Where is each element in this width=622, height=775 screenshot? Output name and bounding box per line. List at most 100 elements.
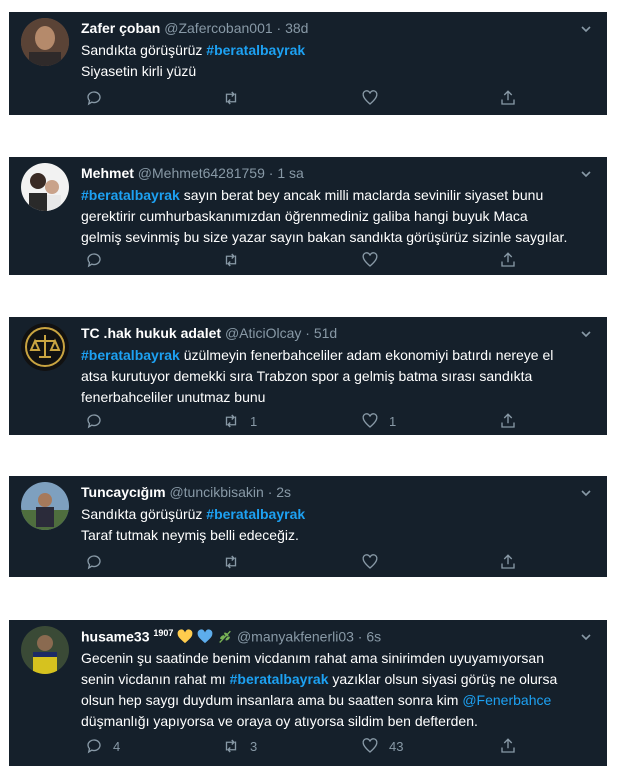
tweet-line: atsa kurutuyor demekki sıra Trabzon spor… [81, 368, 533, 384]
tweet-line: #beratalbayrak sayın berat bey ancak mil… [81, 187, 544, 203]
hashtag-link[interactable]: #beratalbayrak [206, 42, 305, 58]
reply-icon [87, 253, 101, 268]
share-icon [501, 554, 515, 569]
tweet-header: Tuncaycığım @tuncikbisakin · 2s [81, 484, 291, 500]
chevron-down-icon[interactable] [579, 486, 593, 500]
hashtag-link[interactable]: #beratalbayrak [81, 187, 180, 203]
herb-icon [217, 629, 233, 647]
share-button[interactable] [499, 411, 517, 431]
reply-button[interactable] [85, 250, 103, 270]
author-name[interactable]: TC .hak hukuk adalet [81, 325, 221, 341]
like-button[interactable] [361, 552, 379, 572]
tweet-text: Gecenin şu saatinde benim vicdanım rahat… [81, 648, 591, 732]
tweet-line: senin vicdanın rahat mı #beratalbayrak y… [81, 671, 558, 687]
author-name[interactable]: Tuncaycığım [81, 484, 166, 500]
author-name[interactable]: Mehmet [81, 165, 134, 181]
reply-icon [87, 414, 101, 429]
avatar[interactable] [21, 482, 69, 530]
separator: · [357, 628, 363, 645]
author-name[interactable]: Zafer çoban [81, 20, 160, 36]
tweet-line: Gecenin şu saatinde benim vicdanım rahat… [81, 650, 545, 666]
author-handle[interactable]: @tuncikbisakin [169, 484, 263, 500]
tweet-line: fenerbahceliler unutmaz bunu [81, 389, 266, 405]
tweet-actions [81, 88, 515, 108]
tweet-card[interactable]: Tuncaycığım @tuncikbisakin · 2s Sandıkta… [9, 476, 607, 577]
mention-link[interactable]: @Fenerbahce [462, 692, 551, 708]
avatar[interactable] [21, 323, 69, 371]
like-button[interactable]: 43 [361, 736, 403, 756]
reply-button[interactable] [85, 552, 103, 572]
chevron-down-icon[interactable] [579, 22, 593, 36]
share-icon [501, 413, 515, 428]
tweet-text: #beratalbayrak sayın berat bey ancak mil… [81, 185, 591, 248]
author-handle[interactable]: @manyakfenerli03 [237, 629, 354, 645]
tweet-time[interactable]: 38d [285, 20, 308, 36]
like-count: 43 [389, 738, 404, 754]
share-button[interactable] [499, 552, 517, 572]
retweet-button[interactable]: 3 [222, 736, 257, 756]
tweet-card[interactable]: TC .hak hukuk adalet @AticiOlcay · 51d #… [9, 317, 607, 435]
share-button[interactable] [499, 88, 517, 108]
reply-button[interactable] [85, 411, 103, 431]
tweet-text: #beratalbayrak üzülmeyin fenerbahceliler… [81, 345, 591, 408]
author-handle[interactable]: @Mehmet64281759 [138, 165, 265, 181]
retweet-button[interactable] [222, 250, 240, 270]
chevron-down-icon[interactable] [579, 327, 593, 341]
blue-heart-icon [197, 629, 213, 647]
tweet-header: Zafer çoban @Zafercoban001 · 38d [81, 20, 308, 36]
hashtag-link[interactable]: #beratalbayrak [81, 347, 180, 363]
chevron-down-icon[interactable] [579, 167, 593, 181]
tweet-line: gerektirir cumhurbaskanımızdan öğrenmedi… [81, 208, 528, 224]
retweet-icon [225, 555, 237, 569]
reply-button[interactable] [85, 88, 103, 108]
share-icon [501, 738, 515, 753]
heart-icon [362, 554, 378, 569]
tweet-time[interactable]: 6s [366, 629, 381, 645]
separator: · [305, 325, 310, 341]
hashtag-link[interactable]: #beratalbayrak [206, 506, 305, 522]
chevron-down-icon[interactable] [579, 630, 593, 644]
retweet-count: 1 [250, 413, 258, 429]
author-handle[interactable]: @Zafercoban001 [164, 20, 272, 36]
tweet-line: gelmiş sevinmiş bu size yazar sayın baka… [81, 229, 568, 245]
share-button[interactable] [499, 736, 517, 756]
retweet-button[interactable]: 1 [222, 411, 257, 431]
reply-button[interactable]: 4 [85, 736, 120, 756]
retweet-button[interactable] [222, 88, 240, 108]
avatar[interactable] [21, 163, 69, 211]
tweet-text: Sandıkta görüşürüz #beratalbayrak Siyase… [81, 40, 591, 82]
avatar[interactable] [21, 18, 69, 66]
separator: · [276, 20, 282, 36]
tweet-line: Sandıkta görüşürüz #beratalbayrak [81, 506, 306, 522]
tweet-line: Taraf tutmak neymiş belli edeceğiz. [81, 527, 299, 543]
retweet-icon [225, 414, 237, 428]
hashtag-link[interactable]: #beratalbayrak [230, 671, 329, 687]
tweet-time[interactable]: 51d [314, 325, 337, 341]
reply-count: 4 [113, 738, 121, 754]
share-button[interactable] [499, 250, 517, 270]
like-button[interactable] [361, 88, 379, 108]
tweet-header: Mehmet @Mehmet64281759 · 1 sa [81, 165, 304, 181]
retweet-icon [225, 739, 237, 753]
avatar[interactable] [21, 626, 69, 674]
tweet-actions [81, 552, 515, 572]
like-button[interactable] [361, 250, 379, 270]
yellow-heart-icon [177, 629, 193, 647]
author-handle[interactable]: @AticiOlcay [225, 325, 301, 341]
tweet-line: Sandıkta görüşürüz #beratalbayrak [81, 42, 306, 58]
retweet-icon [225, 91, 237, 105]
retweet-button[interactable] [222, 552, 240, 572]
author-name[interactable]: husame33 [81, 629, 149, 645]
tweet-card[interactable]: Mehmet @Mehmet64281759 · 1 sa #beratalba… [9, 157, 607, 275]
tweet-time[interactable]: 2s [276, 484, 291, 500]
tweet-header: husame33 1907 @manyakfenerli03 · 6s [81, 628, 381, 647]
retweet-icon [225, 253, 237, 267]
reply-icon [87, 91, 101, 106]
tweet-card[interactable]: Zafer çoban @Zafercoban001 · 38d Sandıkt… [9, 12, 607, 115]
tweet-card[interactable]: husame33 1907 @manyakfenerli03 · 6s Gece… [9, 620, 607, 766]
tweet-time[interactable]: 1 sa [277, 165, 303, 181]
reply-icon [87, 555, 101, 570]
like-button[interactable]: 1 [361, 411, 396, 431]
tweet-actions [81, 250, 515, 270]
author-name-suffix: 1907 [153, 628, 174, 638]
